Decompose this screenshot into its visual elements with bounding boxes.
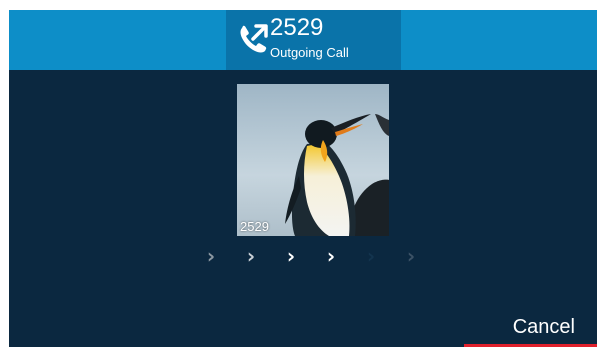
chevron-right-icon: › [406,244,416,268]
outgoing-call-icon [240,24,268,53]
status-header: 2529 Outgoing Call [9,10,597,70]
chevron-right-icon: › [326,244,336,268]
chevron-right-icon: › [286,244,296,268]
cancel-accent-bar [464,344,597,347]
chevron-right-icon: › [246,244,256,268]
call-progress-indicator: › › › › › › [199,244,439,268]
chevron-right-icon: › [366,244,376,268]
cancel-softkey[interactable]: Cancel [464,307,597,347]
cancel-button[interactable]: Cancel [513,315,575,339]
avatar-label: 2529 [240,219,269,234]
call-info-panel: 2529 Outgoing Call [226,10,401,70]
call-status: Outgoing Call [270,45,349,60]
contact-avatar: 2529 [237,84,389,236]
call-number: 2529 [270,14,324,41]
chevron-right-icon: › [206,244,216,268]
penguin-photo [237,84,389,236]
call-screen: 2529 Outgoing Call 2529 › › › › › › Canc… [9,10,597,347]
